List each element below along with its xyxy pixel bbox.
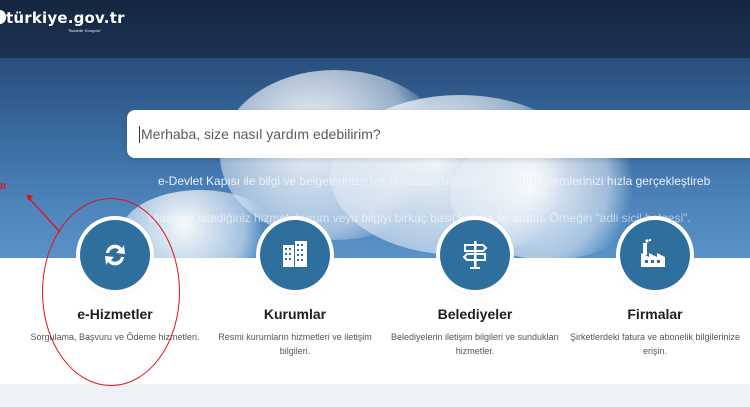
site-header: türkiye.gov.tr "Bulabilir Kısayolu" xyxy=(0,0,750,58)
text-caret xyxy=(139,126,140,143)
logo-tagline: "Bulabilir Kısayolu" xyxy=(68,28,102,33)
card-icon-circle xyxy=(620,220,690,290)
card-icon-circle xyxy=(440,220,510,290)
factory-icon xyxy=(641,238,665,267)
card-firmalar[interactable]: Firmalar Şirketlerdeki fatura ve aboneli… xyxy=(560,220,750,380)
card-description: Şirketlerdeki fatura ve abonelik bilgile… xyxy=(569,332,741,356)
card-belediyeler[interactable]: Belediyeler Belediyelerin iletişim bilgi… xyxy=(380,220,570,380)
card-description: Resmi kurumların hizmetleri ve iletişim … xyxy=(218,332,372,356)
card-description: Belediyelerin iletişim bilgileri ve sund… xyxy=(390,332,560,356)
annotation-arrow xyxy=(26,194,61,233)
card-title: Firmalar xyxy=(627,306,683,322)
page-background xyxy=(0,384,750,407)
card-title: Kurumlar xyxy=(263,306,327,322)
building-icon xyxy=(283,241,307,267)
annotation-mark: ı⁠ı xyxy=(0,180,7,192)
card-icon-circle xyxy=(260,220,330,290)
search-input[interactable] xyxy=(127,110,750,158)
hero-tagline: e-Devlet Kapısı ile bilgi ve belgelerini… xyxy=(158,174,711,188)
card-kurumlar[interactable]: Kurumlar Resmi kurumların hizmetleri ve … xyxy=(200,220,390,380)
logo-text: türkiye.gov.tr xyxy=(6,9,125,27)
signpost-icon xyxy=(462,241,488,269)
card-title: Belediyeler xyxy=(437,306,513,322)
